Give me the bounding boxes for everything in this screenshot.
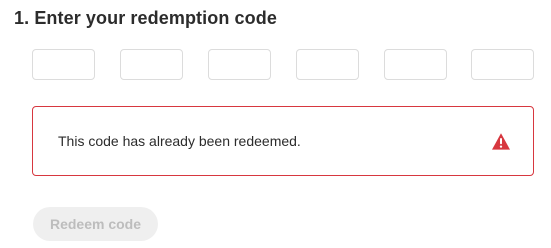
code-input-2[interactable]: [120, 49, 183, 80]
code-input-5[interactable]: [384, 49, 447, 80]
code-input-4[interactable]: [296, 49, 359, 80]
redeem-code-button[interactable]: Redeem code: [33, 207, 158, 241]
error-message-box: This code has already been redeemed.: [32, 106, 534, 176]
code-input-3[interactable]: [208, 49, 271, 80]
alert-triangle-icon: [492, 133, 510, 150]
code-input-1[interactable]: [32, 49, 95, 80]
redemption-page: 1. Enter your redemption code This code …: [0, 0, 551, 248]
step-title: 1. Enter your redemption code: [14, 8, 277, 28]
error-message-text: This code has already been redeemed.: [58, 133, 301, 149]
code-input-6[interactable]: [471, 49, 534, 80]
redemption-code-inputs: [32, 49, 534, 82]
